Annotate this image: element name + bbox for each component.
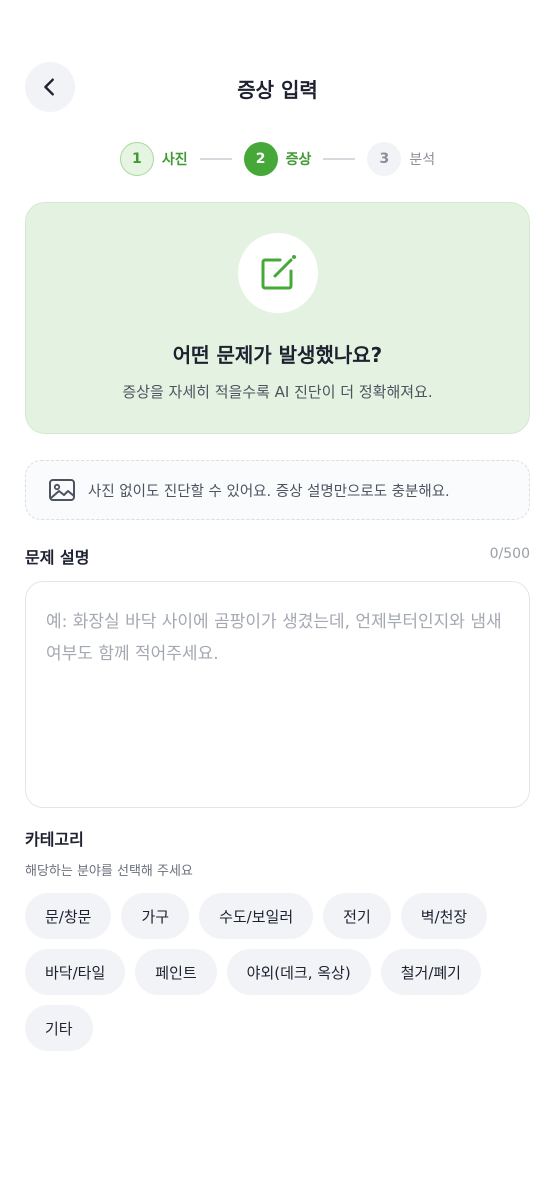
step-symptom: 2 증상 [243, 142, 312, 176]
category-chip-door-window[interactable]: 문/창문 [25, 893, 112, 939]
hero-card: 어떤 문제가 발생했나요? 증상을 자세히 적을수록 AI 진단이 더 정확해져… [25, 202, 530, 434]
category-chip-furniture[interactable]: 가구 [121, 893, 190, 939]
category-chip-paint[interactable]: 페인트 [135, 949, 217, 995]
step-label: 분석 [409, 152, 436, 168]
step-number: 3 [367, 142, 402, 176]
category-chip-plumbing-boiler[interactable]: 수도/보일러 [199, 893, 314, 939]
description-placeholder: 예: 화장실 바닥 사이에 곰팡이가 생겼는데, 언제부터인지와 냄새 여부도 … [46, 612, 502, 664]
category-chip-floor-tile[interactable]: 바닥/타일 [25, 949, 126, 995]
step-divider [199, 158, 232, 160]
step-analysis: 3 분석 [367, 142, 435, 176]
category-chip-outdoor[interactable]: 야외(데크, 옥상) [226, 949, 371, 995]
category-label: 카테고리 [25, 830, 84, 849]
step-number: 1 [119, 142, 154, 176]
page-title: 증상 입력 [237, 78, 318, 102]
edit-icon [261, 255, 296, 290]
step-divider [323, 158, 356, 160]
progress-stepper: 1 사진 2 증상 3 분석 [0, 141, 555, 177]
category-chip-electric[interactable]: 전기 [323, 893, 391, 939]
step-label: 증상 [285, 152, 312, 168]
step-label: 사진 [161, 152, 188, 168]
description-label: 문제 설명 [25, 548, 90, 567]
photo-optional-notice: 사진 없이도 진단할 수 있어요. 증상 설명만으로도 충분해요. [25, 460, 530, 520]
category-chip-wall-ceiling[interactable]: 벽/천장 [400, 893, 488, 939]
symptom-input-screen: 증상 입력 1 사진 2 증상 3 분석 어떤 문제가 발생했나요? 증상을 자… [0, 0, 555, 1200]
category-chip-group: 문/창문 가구 수도/보일러 전기 벽/천장 바닥/타일 페인트 야외(데크, … [25, 893, 530, 1051]
hero-title: 어떤 문제가 발생했나요? [172, 343, 383, 367]
step-photo: 1 사진 [119, 142, 188, 176]
description-textarea[interactable]: 예: 화장실 바닥 사이에 곰팡이가 생겼는데, 언제부터인지와 냄새 여부도 … [25, 581, 530, 808]
edit-icon-badge [238, 233, 318, 313]
hero-subtitle: 증상을 자세히 적을수록 AI 진단이 더 정확해져요. [122, 383, 433, 401]
character-count: 0/500 [489, 546, 530, 562]
category-chip-demolition[interactable]: 철거/폐기 [380, 949, 481, 995]
category-hint: 해당하는 분야를 선택해 주세요 [25, 864, 193, 879]
image-icon [49, 479, 75, 501]
category-chip-other[interactable]: 기타 [25, 1005, 93, 1051]
notice-text: 사진 없이도 진단할 수 있어요. 증상 설명만으로도 충분해요. [88, 483, 450, 500]
step-number: 2 [243, 142, 278, 176]
